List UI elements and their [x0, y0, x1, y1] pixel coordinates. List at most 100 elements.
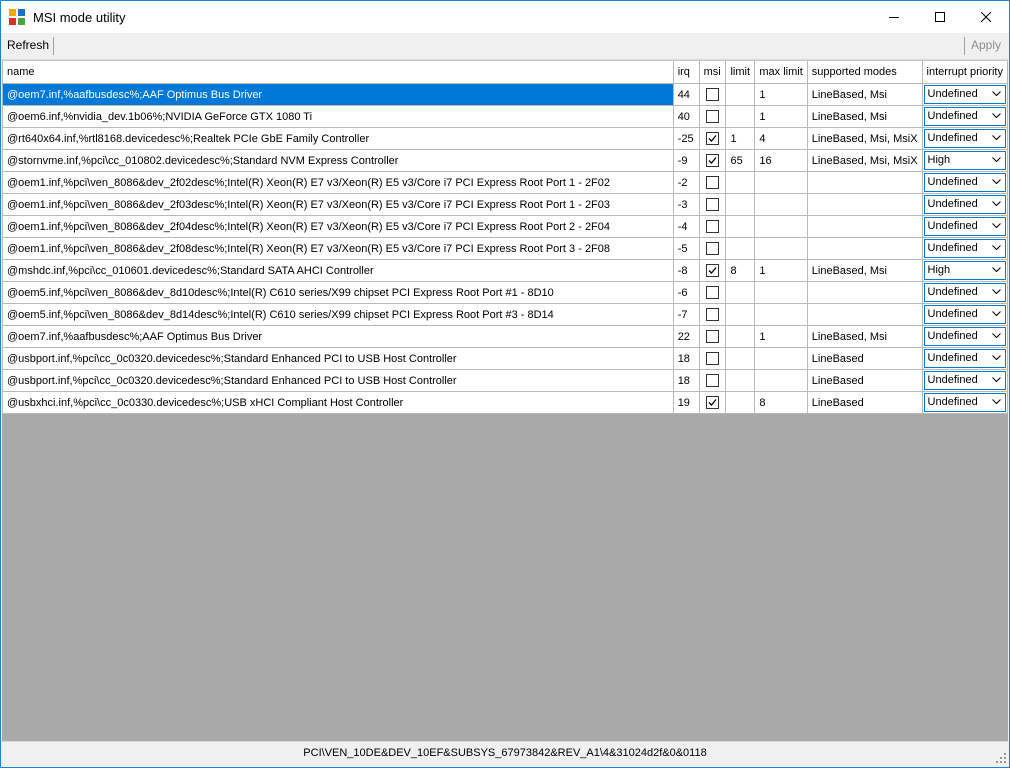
max-limit-cell[interactable]	[754, 215, 808, 238]
limit-cell[interactable]	[725, 83, 756, 106]
device-name-cell[interactable]: @rt640x64.inf,%rtl8168.devicedesc%;Realt…	[2, 127, 674, 150]
interrupt-priority-cell[interactable]: Undefined	[921, 83, 1008, 106]
max-limit-cell[interactable]: 1	[754, 325, 808, 348]
supported-modes-cell[interactable]	[806, 215, 923, 238]
interrupt-priority-dropdown[interactable]: Undefined	[923, 107, 1006, 126]
interrupt-priority-dropdown[interactable]: Undefined	[923, 305, 1006, 324]
supported-modes-cell[interactable]	[806, 281, 923, 304]
msi-cell[interactable]	[698, 325, 727, 348]
limit-cell[interactable]	[725, 171, 756, 194]
table-row[interactable]: @oem1.inf,%pci\ven_8086&dev_2f02desc%;In…	[2, 171, 1008, 194]
table-row[interactable]: @oem6.inf,%nvidia_dev.1b06%;NVIDIA GeFor…	[2, 105, 1008, 128]
msi-cell[interactable]	[698, 105, 727, 128]
irq-cell[interactable]: 19	[672, 391, 700, 414]
column-header-irq[interactable]: irq	[672, 61, 700, 84]
msi-checkbox[interactable]	[706, 308, 719, 321]
device-name-cell[interactable]: @mshdc.inf,%pci\cc_010601.devicedesc%;St…	[2, 259, 674, 282]
interrupt-priority-cell[interactable]: Undefined	[921, 391, 1008, 414]
device-name-cell[interactable]: @oem1.inf,%pci\ven_8086&dev_2f02desc%;In…	[2, 171, 674, 194]
device-name-cell[interactable]: @oem5.inf,%pci\ven_8086&dev_8d10desc%;In…	[2, 281, 674, 304]
minimize-button[interactable]	[871, 1, 917, 33]
supported-modes-cell[interactable]: LineBased	[806, 369, 923, 392]
irq-cell[interactable]: -7	[672, 303, 700, 326]
irq-cell[interactable]: -9	[672, 149, 700, 172]
table-row[interactable]: @oem7.inf,%aafbusdesc%;AAF Optimus Bus D…	[2, 325, 1008, 348]
supported-modes-cell[interactable]	[806, 171, 923, 194]
column-header-msi[interactable]: msi	[698, 61, 727, 84]
max-limit-cell[interactable]	[754, 281, 808, 304]
supported-modes-cell[interactable]	[806, 237, 923, 260]
supported-modes-cell[interactable]: LineBased, Msi, MsiX	[806, 127, 923, 150]
supported-modes-cell[interactable]: LineBased, Msi	[806, 325, 923, 348]
limit-cell[interactable]	[725, 347, 756, 370]
supported-modes-cell[interactable]: LineBased	[806, 391, 923, 414]
irq-cell[interactable]: -8	[672, 259, 700, 282]
device-name-cell[interactable]: @usbport.inf,%pci\cc_0c0320.devicedesc%;…	[2, 369, 674, 392]
interrupt-priority-dropdown[interactable]: Undefined	[923, 327, 1006, 346]
device-name-cell[interactable]: @oem7.inf,%aafbusdesc%;AAF Optimus Bus D…	[2, 83, 674, 106]
msi-cell[interactable]	[698, 391, 727, 414]
limit-cell[interactable]	[725, 237, 756, 260]
table-row[interactable]: @usbxhci.inf,%pci\cc_0c0330.devicedesc%;…	[2, 391, 1008, 414]
supported-modes-cell[interactable]: LineBased	[806, 347, 923, 370]
msi-cell[interactable]	[698, 303, 727, 326]
msi-cell[interactable]	[698, 127, 727, 150]
table-row[interactable]: @oem7.inf,%aafbusdesc%;AAF Optimus Bus D…	[2, 83, 1008, 106]
irq-cell[interactable]: -6	[672, 281, 700, 304]
msi-checkbox[interactable]	[706, 330, 719, 343]
limit-cell[interactable]: 8	[725, 259, 756, 282]
limit-cell[interactable]	[725, 105, 756, 128]
table-row[interactable]: @oem1.inf,%pci\ven_8086&dev_2f03desc%;In…	[2, 193, 1008, 216]
msi-checkbox[interactable]	[706, 176, 719, 189]
device-name-cell[interactable]: @oem5.inf,%pci\ven_8086&dev_8d14desc%;In…	[2, 303, 674, 326]
interrupt-priority-cell[interactable]: Undefined	[921, 215, 1008, 238]
irq-cell[interactable]: 18	[672, 369, 700, 392]
max-limit-cell[interactable]: 1	[754, 83, 808, 106]
interrupt-priority-dropdown[interactable]: Undefined	[923, 393, 1006, 412]
device-name-cell[interactable]: @stornvme.inf,%pci\cc_010802.devicedesc%…	[2, 149, 674, 172]
msi-checkbox[interactable]	[706, 110, 719, 123]
msi-checkbox[interactable]	[706, 154, 719, 167]
msi-checkbox[interactable]	[706, 242, 719, 255]
interrupt-priority-cell[interactable]: Undefined	[921, 369, 1008, 392]
max-limit-cell[interactable]	[754, 303, 808, 326]
max-limit-cell[interactable]: 4	[754, 127, 808, 150]
close-button[interactable]	[963, 1, 1009, 33]
msi-cell[interactable]	[698, 171, 727, 194]
device-name-cell[interactable]: @oem1.inf,%pci\ven_8086&dev_2f03desc%;In…	[2, 193, 674, 216]
device-name-cell[interactable]: @oem7.inf,%aafbusdesc%;AAF Optimus Bus D…	[2, 325, 674, 348]
msi-cell[interactable]	[698, 149, 727, 172]
supported-modes-cell[interactable]	[806, 193, 923, 216]
interrupt-priority-cell[interactable]: High	[921, 259, 1008, 282]
irq-cell[interactable]: -4	[672, 215, 700, 238]
msi-checkbox[interactable]	[706, 132, 719, 145]
interrupt-priority-cell[interactable]: Undefined	[921, 281, 1008, 304]
column-header-max-limit[interactable]: max limit	[754, 61, 808, 84]
device-name-cell[interactable]: @oem1.inf,%pci\ven_8086&dev_2f08desc%;In…	[2, 237, 674, 260]
interrupt-priority-dropdown[interactable]: Undefined	[923, 283, 1006, 302]
interrupt-priority-dropdown[interactable]: Undefined	[923, 173, 1006, 192]
title-bar[interactable]: MSI mode utility	[1, 1, 1009, 33]
interrupt-priority-cell[interactable]: Undefined	[921, 193, 1008, 216]
msi-checkbox[interactable]	[706, 264, 719, 277]
device-name-cell[interactable]: @usbport.inf,%pci\cc_0c0320.devicedesc%;…	[2, 347, 674, 370]
msi-cell[interactable]	[698, 281, 727, 304]
interrupt-priority-cell[interactable]: Undefined	[921, 237, 1008, 260]
limit-cell[interactable]: 65	[725, 149, 756, 172]
table-row[interactable]: @stornvme.inf,%pci\cc_010802.devicedesc%…	[2, 149, 1008, 172]
interrupt-priority-cell[interactable]: Undefined	[921, 127, 1008, 150]
interrupt-priority-dropdown[interactable]: Undefined	[923, 195, 1006, 214]
table-row[interactable]: @mshdc.inf,%pci\cc_010601.devicedesc%;St…	[2, 259, 1008, 282]
msi-checkbox[interactable]	[706, 352, 719, 365]
msi-checkbox[interactable]	[706, 396, 719, 409]
table-row[interactable]: @oem1.inf,%pci\ven_8086&dev_2f08desc%;In…	[2, 237, 1008, 260]
column-header-limit[interactable]: limit	[725, 61, 756, 84]
msi-checkbox[interactable]	[706, 374, 719, 387]
max-limit-cell[interactable]	[754, 347, 808, 370]
supported-modes-cell[interactable]: LineBased, Msi	[806, 83, 923, 106]
irq-cell[interactable]: 44	[672, 83, 700, 106]
limit-cell[interactable]	[725, 281, 756, 304]
msi-checkbox[interactable]	[706, 220, 719, 233]
supported-modes-cell[interactable]: LineBased, Msi, MsiX	[806, 149, 923, 172]
max-limit-cell[interactable]: 1	[754, 105, 808, 128]
